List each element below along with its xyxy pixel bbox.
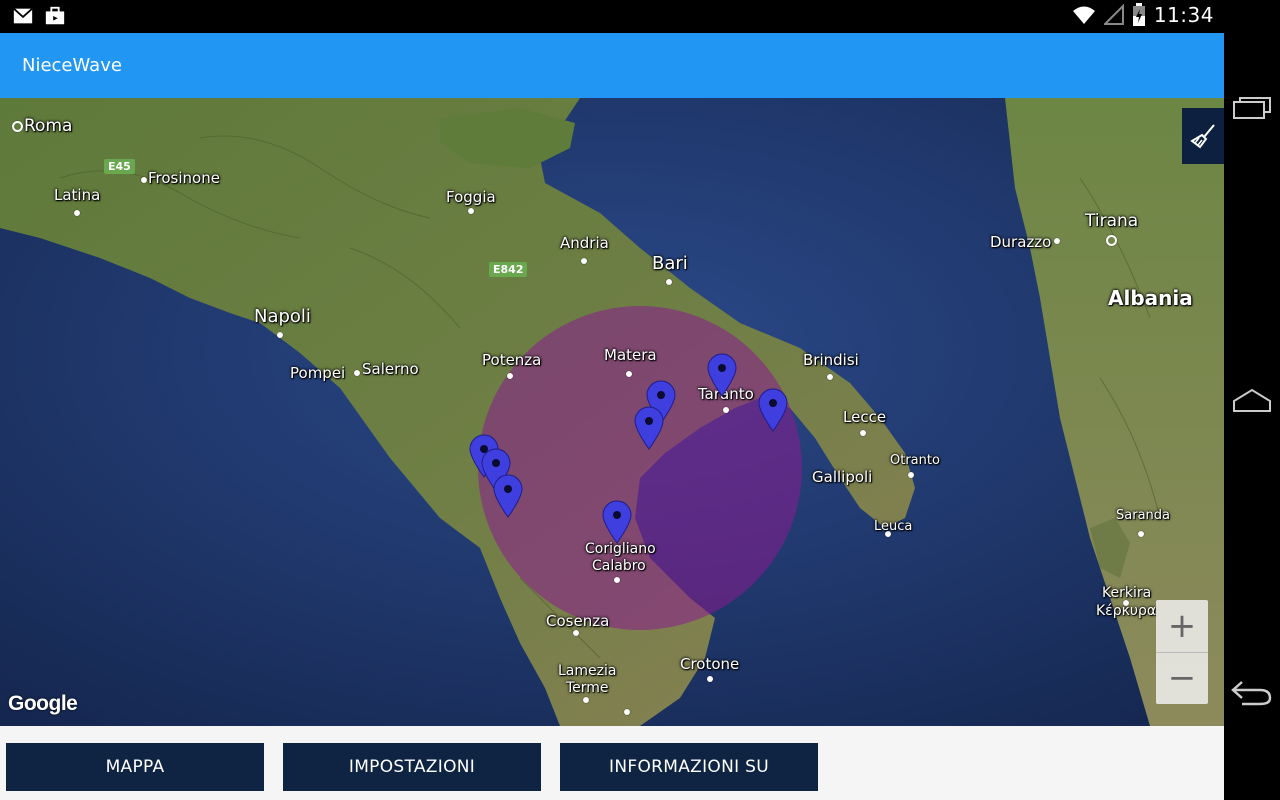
catanzaro-dot bbox=[624, 709, 630, 715]
label-terme: Terme bbox=[566, 680, 609, 696]
impostazioni-button[interactable]: IMPOSTAZIONI bbox=[283, 743, 541, 791]
road-badge-e842: E842 bbox=[489, 262, 528, 277]
map-marker-7[interactable] bbox=[707, 353, 737, 397]
map-marker-6[interactable] bbox=[634, 406, 664, 450]
taranto-dot bbox=[723, 407, 729, 413]
label-andria: Andria bbox=[560, 234, 609, 252]
label-matera: Matera bbox=[604, 346, 657, 364]
lamezia-dot bbox=[583, 697, 589, 703]
recents-icon bbox=[1233, 97, 1271, 119]
label-leuca: Leuca bbox=[874, 519, 913, 534]
andria-dot bbox=[581, 258, 587, 264]
label-otranto: Otranto bbox=[890, 453, 940, 468]
corigliano-dot bbox=[614, 577, 620, 583]
label-bari: Bari bbox=[652, 253, 688, 274]
label-calabro: Calabro bbox=[592, 558, 646, 574]
otranto-dot bbox=[908, 472, 914, 478]
label-albania: Albania bbox=[1108, 286, 1193, 310]
system-nav-bar bbox=[1224, 0, 1280, 800]
bari-dot bbox=[666, 279, 672, 285]
roma-dot bbox=[12, 121, 23, 132]
frosinone-dot bbox=[141, 177, 147, 183]
label-kerkyra: Κέρκυρα bbox=[1096, 603, 1157, 619]
potenza-dot bbox=[507, 373, 513, 379]
back-button[interactable] bbox=[1224, 664, 1280, 720]
salerno-dot bbox=[354, 370, 360, 376]
home-button[interactable] bbox=[1224, 372, 1280, 428]
label-cosenza: Cosenza bbox=[546, 612, 610, 630]
label-kerkira: Kerkira bbox=[1102, 585, 1152, 601]
brindisi-dot bbox=[827, 374, 833, 380]
label-latina: Latina bbox=[54, 186, 101, 204]
cosenza-dot bbox=[573, 630, 579, 636]
clear-markers-button[interactable] bbox=[1182, 108, 1224, 164]
signal-icon bbox=[1103, 4, 1124, 25]
label-foggia: Foggia bbox=[446, 188, 496, 206]
label-crotone: Crotone bbox=[680, 655, 740, 673]
lecce-dot bbox=[860, 430, 866, 436]
app-title: NieceWave bbox=[22, 55, 122, 76]
brush-icon bbox=[1190, 124, 1215, 149]
clock: 11:34 bbox=[1153, 3, 1214, 27]
label-lamezia: Lamezia bbox=[558, 663, 617, 679]
zoom-out-button[interactable]: − bbox=[1156, 652, 1208, 704]
map-marker-8[interactable] bbox=[758, 388, 788, 432]
map-marker-3[interactable] bbox=[493, 474, 523, 518]
label-brindisi: Brindisi bbox=[803, 351, 859, 369]
saranda-dot bbox=[1138, 531, 1144, 537]
crotone-dot bbox=[707, 676, 713, 682]
recents-button[interactable] bbox=[1224, 80, 1280, 136]
zoom-in-button[interactable]: + bbox=[1156, 600, 1208, 653]
bottom-bar: MAPPA IMPOSTAZIONI INFORMAZIONI SU bbox=[0, 726, 1224, 800]
status-bar: 11:34 bbox=[0, 0, 1224, 33]
battery-icon bbox=[1132, 3, 1145, 26]
map-view[interactable]: Roma Frosinone Latina Foggia Andria Bari… bbox=[0, 98, 1224, 726]
wifi-icon bbox=[1072, 6, 1095, 24]
label-salerno: Salerno bbox=[362, 360, 419, 378]
tirana-dot bbox=[1106, 235, 1117, 246]
latina-dot bbox=[74, 210, 80, 216]
gmail-icon bbox=[13, 7, 33, 24]
label-napoli: Napoli bbox=[254, 306, 311, 327]
label-pompei: Pompei bbox=[290, 364, 346, 382]
foggia-dot bbox=[468, 208, 474, 214]
label-potenza: Potenza bbox=[482, 351, 542, 369]
map-terrain bbox=[0, 98, 1224, 726]
google-logo: Google bbox=[8, 692, 78, 715]
back-icon bbox=[1231, 681, 1272, 706]
mappa-button[interactable]: MAPPA bbox=[6, 743, 264, 791]
app-bar: NieceWave bbox=[0, 33, 1224, 98]
label-gallipoli: Gallipoli bbox=[812, 468, 873, 486]
zoom-controls: + − bbox=[1156, 600, 1208, 704]
durazzo-dot bbox=[1054, 238, 1060, 244]
label-saranda: Saranda bbox=[1116, 508, 1170, 523]
label-durazzo: Durazzo bbox=[990, 233, 1052, 251]
napoli-dot bbox=[277, 332, 283, 338]
briefcase-icon bbox=[45, 6, 65, 25]
road-badge-e45: E45 bbox=[104, 159, 135, 174]
label-lecce: Lecce bbox=[843, 408, 887, 426]
label-frosinone: Frosinone bbox=[148, 169, 220, 187]
matera-dot bbox=[626, 371, 632, 377]
label-roma: Roma bbox=[24, 116, 73, 136]
home-icon bbox=[1233, 388, 1271, 412]
label-tirana: Tirana bbox=[1085, 211, 1139, 231]
map-marker-4[interactable] bbox=[602, 500, 632, 544]
informazioni-button[interactable]: INFORMAZIONI SU bbox=[560, 743, 818, 791]
